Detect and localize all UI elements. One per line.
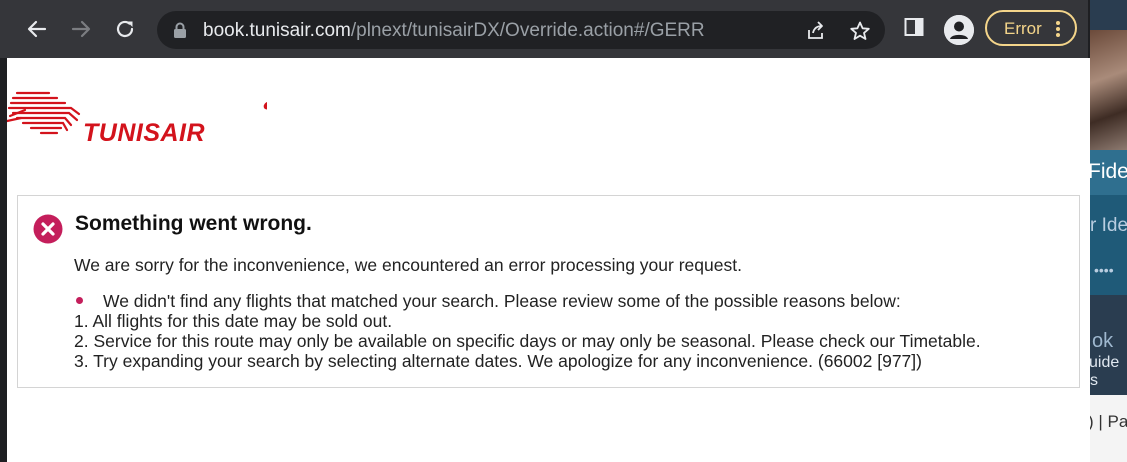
lock-icon[interactable] bbox=[173, 22, 187, 38]
error-details: We didn't find any flights that matched … bbox=[74, 291, 981, 371]
error-bullet-line: We didn't find any flights that matched … bbox=[74, 291, 981, 311]
reload-button[interactable] bbox=[110, 14, 140, 44]
url-text[interactable]: book.tunisair.com/plnext/tunisairDX/Over… bbox=[203, 20, 705, 42]
back-button[interactable] bbox=[22, 14, 52, 44]
svg-text:الخطوط التونسية: الخطوط التونسية bbox=[262, 88, 267, 117]
bg-text-dots: •••• bbox=[1094, 262, 1114, 278]
error-message-box: Something went wrong. We are sorry for t… bbox=[17, 195, 1080, 388]
bg-text-s: s bbox=[1090, 372, 1098, 389]
logo-wordmark: TUNISAIR bbox=[83, 119, 206, 147]
web-page: الخطوط التونسية TUNISAIR Something went … bbox=[7, 58, 1090, 462]
bg-text-uide: uide bbox=[1090, 354, 1120, 371]
forward-button[interactable] bbox=[66, 14, 96, 44]
background-panel bbox=[1090, 195, 1127, 295]
bg-text-ok: ok bbox=[1092, 330, 1114, 352]
error-x-icon bbox=[33, 214, 63, 244]
error-bullet-text: We didn't find any flights that matched … bbox=[103, 291, 901, 311]
reason-2: 2. Service for this route may only be av… bbox=[74, 331, 981, 351]
bg-text-fidel: Fidel bbox=[1090, 160, 1127, 183]
url-host: book.tunisair.com bbox=[203, 20, 351, 41]
error-subtitle: We are sorry for the inconvenience, we e… bbox=[74, 255, 742, 275]
bg-link-pa[interactable]: ) | Pa bbox=[1090, 412, 1127, 432]
profile-icon bbox=[944, 15, 974, 45]
url-path: /plnext/tunisairDX/Override.action#/GERR bbox=[350, 20, 705, 41]
reason-1: 1. All flights for this date may be sold… bbox=[74, 311, 393, 331]
bg-text-ide: r Ide bbox=[1090, 215, 1127, 236]
reason-3: 3. Try expanding your search by selectin… bbox=[74, 351, 922, 371]
reload-icon bbox=[116, 20, 134, 38]
error-status-chip[interactable]: Error bbox=[985, 10, 1077, 46]
profile-button[interactable] bbox=[944, 15, 974, 45]
back-icon bbox=[27, 20, 47, 38]
bullet-dot bbox=[76, 297, 83, 305]
kebab-menu-icon[interactable] bbox=[1055, 20, 1061, 38]
error-title: Something went wrong. bbox=[75, 212, 312, 235]
star-icon[interactable] bbox=[849, 20, 871, 42]
forward-icon bbox=[71, 20, 91, 38]
background-photo bbox=[1090, 30, 1127, 150]
error-chip-label: Error bbox=[1004, 19, 1042, 38]
share-icon[interactable] bbox=[805, 20, 827, 42]
browser-toolbar: book.tunisair.com/plnext/tunisairDX/Over… bbox=[0, 0, 1088, 58]
side-panel-icon[interactable] bbox=[904, 17, 924, 37]
address-bar[interactable]: book.tunisair.com/plnext/tunisairDX/Over… bbox=[157, 11, 885, 49]
background-window[interactable]: Fidel r Ide •••• ok uide s ) | Pa bbox=[1090, 0, 1127, 462]
